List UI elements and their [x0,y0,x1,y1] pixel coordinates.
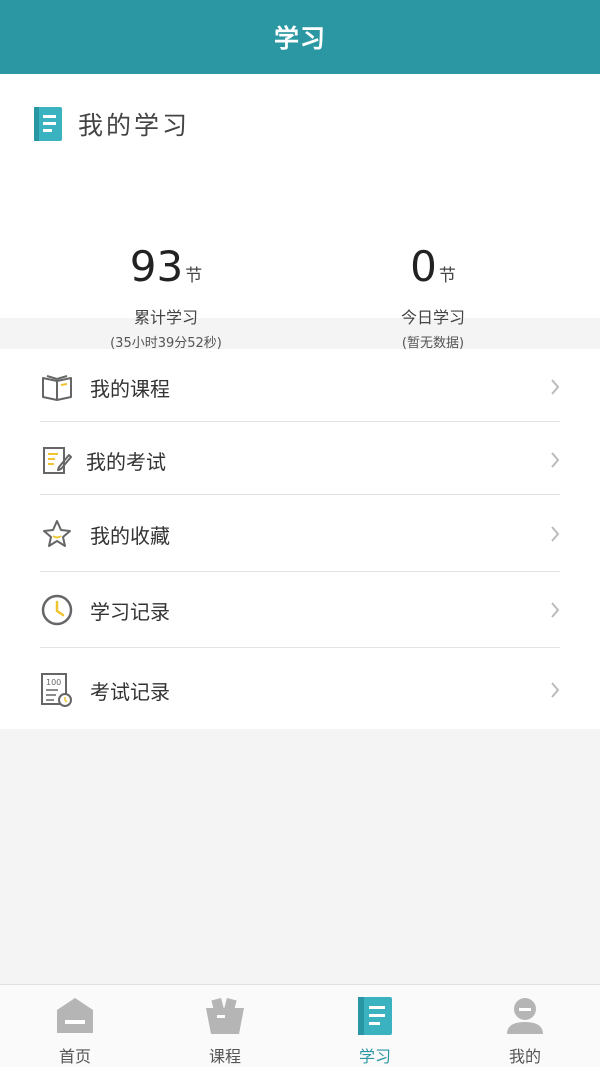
menu-label: 学习记录 [90,599,170,624]
chevron-right-icon [551,526,560,542]
tab-label: 我的 [508,1047,541,1066]
bottom-tab-bar: 首页 课程 学习 我的 [0,984,600,1067]
total-lessons-unit: 节 [185,266,203,286]
divider [40,647,560,648]
menu-item-my-favorites[interactable]: 我的收藏 [40,514,560,554]
total-study-label: 累计学习 [133,308,198,327]
notebook-icon [358,997,392,1035]
tab-courses[interactable]: 课程 [150,985,300,1067]
study-menu: 我的课程 我的考试 我的收藏 学习记录 100 考试记录 [0,349,600,729]
tab-label: 学习 [358,1047,391,1066]
tab-study[interactable]: 学习 [300,985,450,1067]
tab-home[interactable]: 首页 [0,985,150,1067]
chevron-right-icon [551,602,560,618]
menu-item-exam-history[interactable]: 100 考试记录 [40,670,560,710]
menu-label: 我的考试 [86,449,166,474]
top-bar: 学习 [0,0,600,74]
star-icon [40,517,74,551]
basket-icon [206,997,244,1034]
home-icon [57,998,93,1033]
clock-icon [40,593,74,627]
menu-label: 我的课程 [90,376,170,401]
menu-item-study-history[interactable]: 学习记录 [40,590,560,630]
svg-text:100: 100 [46,678,61,687]
tab-label: 课程 [208,1047,241,1066]
open-book-icon [40,370,74,404]
divider [40,571,560,572]
page-title: 学习 [273,24,326,53]
chevron-right-icon [551,682,560,698]
today-study-label: 今日学习 [400,308,465,327]
total-lessons-count: 93 [129,242,184,291]
menu-label: 考试记录 [90,679,170,704]
today-lessons-unit: 节 [438,266,456,286]
divider [40,421,560,422]
notebook-icon [34,107,62,141]
summary-title: 我的学习 [78,111,191,140]
menu-item-my-exams[interactable]: 我的考试 [40,440,560,480]
user-icon [507,998,543,1034]
chevron-right-icon [551,379,560,395]
menu-item-my-courses[interactable]: 我的课程 [40,367,560,407]
study-summary-card: 我的学习 93 节 累计学习 (35小时39分52秒) 0节 今日学习 (暂无数据… [0,74,600,351]
menu-label: 我的收藏 [90,523,170,548]
tab-label: 首页 [58,1047,91,1066]
score-sheet-icon: 100 [40,673,74,707]
summary-header: 我的学习 [32,106,190,142]
divider [40,494,560,495]
tab-mine[interactable]: 我的 [450,985,600,1067]
exam-edit-icon [40,443,74,477]
chevron-right-icon [551,452,560,468]
today-lessons-count: 0 [410,242,437,291]
